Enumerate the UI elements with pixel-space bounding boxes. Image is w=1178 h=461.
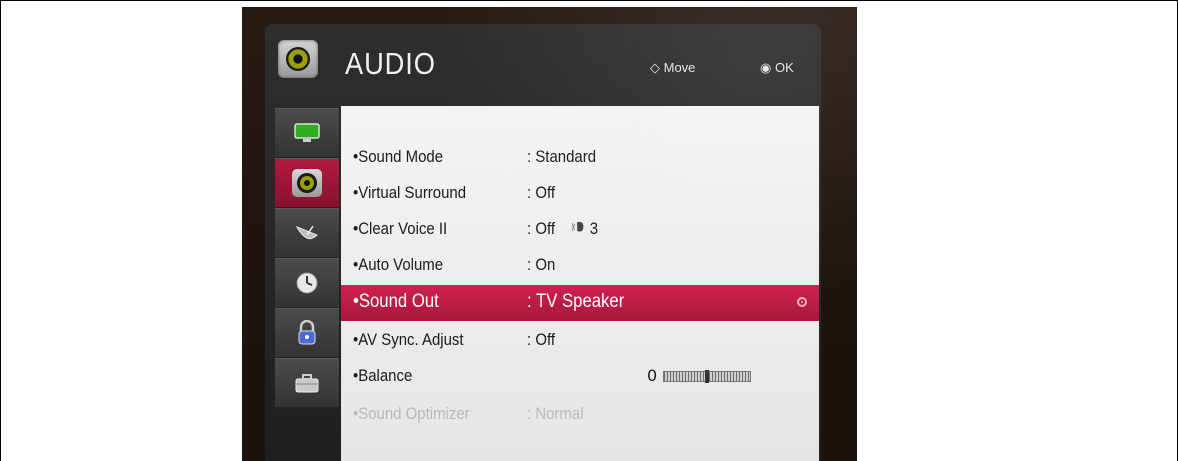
audio-settings-panel: •Sound Mode : Standard •Virtual Surround… bbox=[341, 106, 819, 461]
balance-value: 0 bbox=[647, 366, 658, 385]
clear-voice-icon bbox=[571, 219, 585, 239]
audio-menu-osd: AUDIO ◇ Move ◉ OK •Sound Mode: Standard… bbox=[265, 24, 821, 461]
menu-title: AUDIO bbox=[345, 46, 436, 81]
audio-speaker-icon bbox=[278, 40, 318, 78]
sidebar-item-lock[interactable] bbox=[275, 308, 339, 358]
lock-icon bbox=[292, 319, 322, 347]
balance-slider-thumb[interactable] bbox=[705, 370, 709, 383]
menu-item-label: •Balance bbox=[353, 366, 413, 385]
sidebar-item-time[interactable] bbox=[275, 258, 339, 308]
tv-screen-photo: AUDIO ◇ Move ◉ OK •Sound Mode: Standard… bbox=[242, 7, 857, 461]
menu-item-label: •Sound Mode bbox=[353, 147, 444, 166]
menu-item-value: : TV Speaker bbox=[527, 291, 625, 312]
sidebar-item-option[interactable] bbox=[275, 358, 339, 408]
tv-picture-icon bbox=[292, 119, 322, 147]
menu-item-sound-out[interactable]: •Sound Out : TV Speaker bbox=[341, 285, 819, 321]
menu-item-clear-voice[interactable]: •Clear Voice II : Off 3 bbox=[341, 212, 819, 248]
sidebar-item-channel[interactable] bbox=[275, 208, 339, 258]
satellite-dish-icon bbox=[292, 219, 322, 247]
menu-item-value: : On bbox=[527, 255, 556, 274]
menu-item-sound-optimizer[interactable]: •Sound Optimizer : Normal bbox=[341, 397, 819, 433]
menu-item-value: : Normal bbox=[527, 404, 584, 423]
page-border-left bbox=[0, 0, 1, 461]
menu-item-label: •Clear Voice II bbox=[353, 219, 448, 238]
menu-item-value: : Off bbox=[527, 183, 555, 202]
move-hint: ◇ Move bbox=[650, 60, 695, 76]
ok-hint: ◉ OK bbox=[760, 60, 794, 76]
move-hint-label: Move bbox=[663, 60, 696, 75]
clear-voice-level: 3 bbox=[589, 219, 599, 238]
menu-item-label: •Auto Volume bbox=[353, 255, 444, 274]
menu-item-value: : Off bbox=[527, 330, 555, 349]
ok-button-icon: ◉ bbox=[760, 60, 772, 75]
menu-item-sound-mode[interactable]: •Sound Mode : Standard bbox=[341, 140, 819, 176]
category-sidebar bbox=[275, 108, 341, 461]
ok-select-icon bbox=[797, 297, 807, 307]
menu-item-balance[interactable]: •Balance 0 bbox=[341, 359, 819, 395]
toolbox-icon bbox=[292, 369, 322, 397]
speaker-icon bbox=[292, 169, 322, 197]
menu-item-label: •AV Sync. Adjust bbox=[353, 330, 464, 349]
menu-item-virtual-surround[interactable]: •Virtual Surround : Off bbox=[341, 176, 819, 212]
menu-item-label: •Sound Out bbox=[353, 291, 439, 312]
menu-item-label: •Sound Optimizer bbox=[353, 404, 470, 423]
sidebar-item-audio[interactable] bbox=[275, 158, 339, 208]
menu-item-auto-volume[interactable]: •Auto Volume : On bbox=[341, 248, 819, 284]
clock-icon bbox=[292, 269, 322, 297]
menu-item-value: : Off 3 bbox=[527, 219, 599, 239]
page-border-top bbox=[0, 0, 1178, 1]
balance-slider[interactable] bbox=[663, 370, 751, 383]
menu-item-value: : Standard bbox=[527, 147, 597, 166]
ok-hint-label: OK bbox=[774, 60, 794, 75]
menu-item-label: •Virtual Surround bbox=[353, 183, 467, 202]
dpad-icon: ◇ bbox=[650, 60, 660, 75]
menu-item-av-sync[interactable]: •AV Sync. Adjust : Off bbox=[341, 323, 819, 359]
sidebar-item-picture[interactable] bbox=[275, 108, 339, 158]
